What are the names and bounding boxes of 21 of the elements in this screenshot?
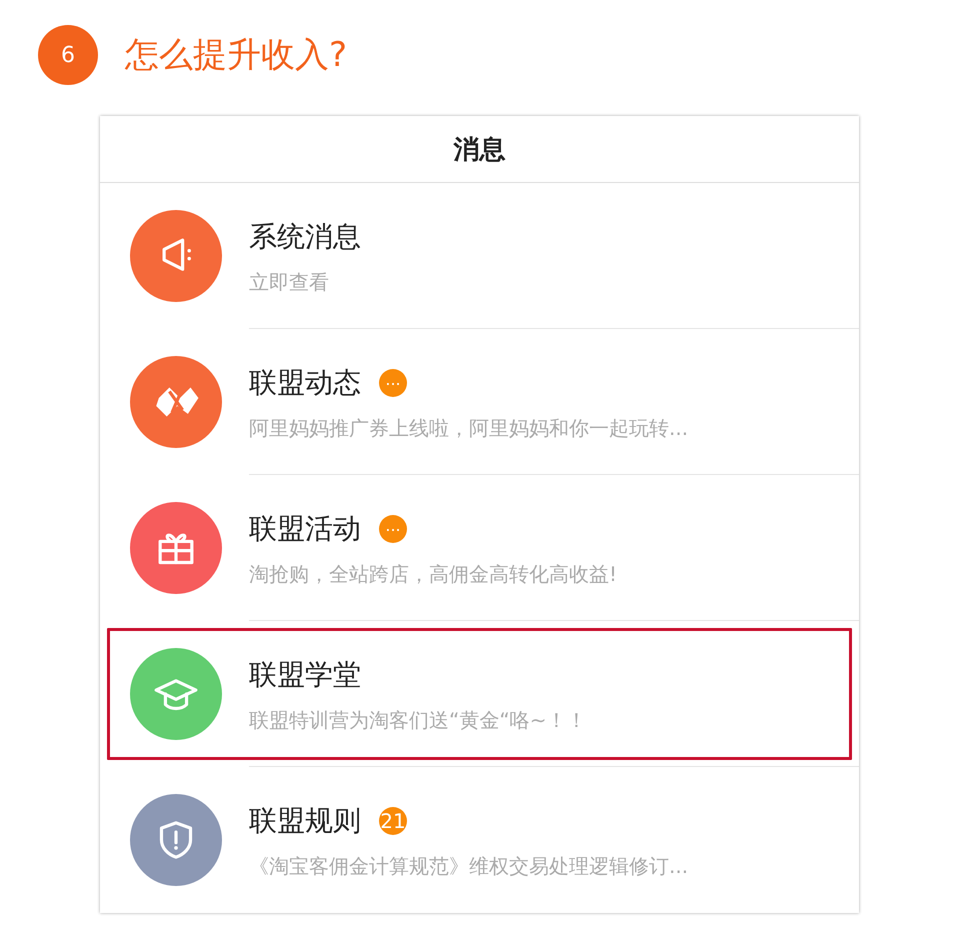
step-heading: 怎么提升收入?: [125, 34, 348, 77]
highlighted-message-row[interactable]: 联盟学堂 联盟特训营为淘客们送“黄金“咯~！！: [100, 621, 859, 767]
message-title: 联盟活动: [249, 511, 361, 547]
message-row[interactable]: 系统消息 立即查看: [100, 183, 859, 329]
message-title: 联盟规则: [249, 803, 361, 839]
unread-badge: ...: [379, 515, 407, 543]
message-preview: 联盟特训营为淘客们送“黄金“咯~！！: [249, 707, 588, 734]
message-preview: 淘抢购，全站跨店，高佣金高转化高收益!: [249, 561, 618, 588]
step-number-badge: 6: [38, 25, 98, 85]
message-row[interactable]: 联盟动态 ... 阿里妈妈推广券上线啦，阿里妈妈和你一起玩转...: [100, 329, 859, 475]
message-preview: 立即查看: [249, 269, 330, 296]
message-title: 联盟学堂: [249, 657, 361, 693]
screen-title: 消息: [454, 134, 506, 166]
message-row[interactable]: 联盟活动 ... 淘抢购，全站跨店，高佣金高转化高收益!: [100, 475, 859, 621]
message-preview: 阿里妈妈推广券上线啦，阿里妈妈和你一起玩转...: [249, 415, 690, 442]
message-title: 系统消息: [249, 219, 361, 255]
message-title: 联盟动态: [249, 365, 361, 401]
unread-badge: 21: [379, 807, 407, 835]
message-row[interactable]: 联盟规则 21 《淘宝客佣金计算规范》维权交易处理逻辑修订...: [100, 767, 859, 913]
unread-badge: ...: [379, 369, 407, 397]
message-preview: 《淘宝客佣金计算规范》维权交易处理逻辑修订...: [249, 853, 690, 880]
